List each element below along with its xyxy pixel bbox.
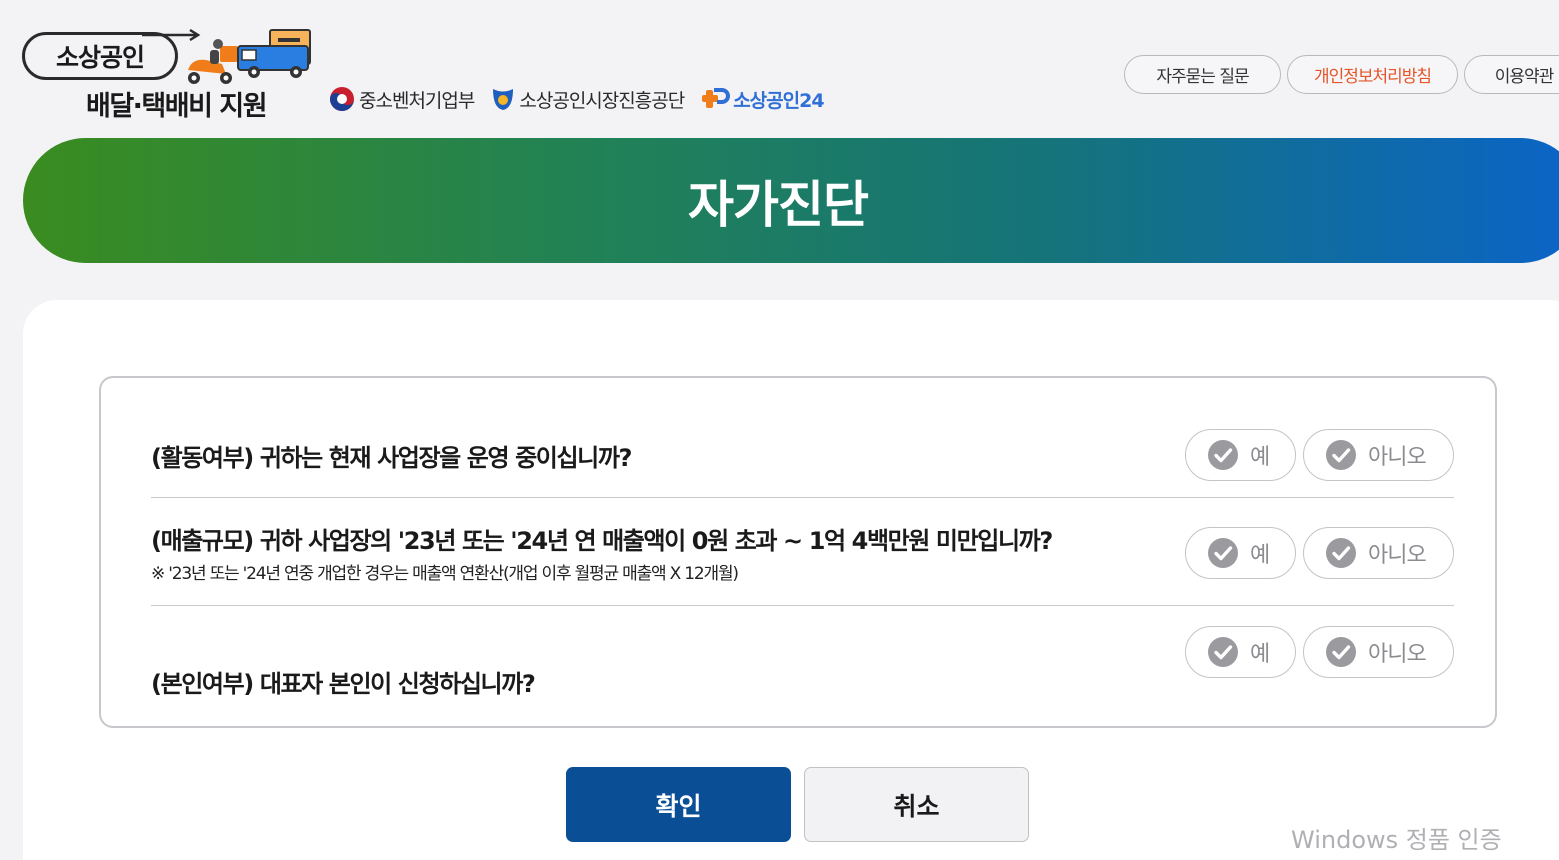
check-circle-icon	[1208, 637, 1238, 667]
terms-link[interactable]: 이용약관	[1464, 55, 1559, 94]
answer-no-label: 아니오	[1368, 445, 1427, 470]
answer-yes-button[interactable]: 예	[1185, 429, 1296, 481]
answer-yes-button[interactable]: 예	[1185, 626, 1296, 678]
question-note: ※ '23년 또는 '24년 연중 개업한 경우는 매출액 연환산(개업 이후 …	[151, 564, 739, 584]
question-row-revenue: (매출규모) 귀하 사업장의 '23년 또는 '24년 연 매출액이 0원 초과…	[151, 498, 1454, 606]
answer-yes-label: 예	[1250, 543, 1270, 568]
check-circle-icon	[1326, 538, 1356, 568]
org-logos: 중소벤처기업부 소상공인시장진흥공단 소상공인24	[328, 84, 840, 114]
answer-yes-label: 예	[1250, 445, 1270, 470]
answer-yes-label: 예	[1250, 642, 1270, 667]
self-diagnosis-card: (활동여부) 귀하는 현재 사업장을 운영 중이십니까? 예 아니오 (매출규모…	[23, 300, 1559, 860]
cancel-button[interactable]: 취소	[804, 767, 1029, 842]
privacy-policy-link[interactable]: 개인정보처리방침	[1287, 55, 1458, 94]
service-logo[interactable]: 소상공인 배달·택배비 지원	[22, 28, 312, 122]
taegeuk-icon	[330, 87, 354, 111]
check-circle-icon	[1208, 538, 1238, 568]
question-text: (활동여부) 귀하는 현재 사업장을 운영 중이십니까?	[151, 444, 632, 472]
question-text: (매출규모) 귀하 사업장의 '23년 또는 '24년 연 매출액이 0원 초과…	[151, 527, 1053, 555]
answer-yes-button[interactable]: 예	[1185, 527, 1296, 579]
top-links: 자주묻는 질문 개인정보처리방침 이용약관	[1124, 55, 1559, 94]
answer-no-label: 아니오	[1368, 543, 1427, 568]
org-mss[interactable]: 중소벤처기업부	[328, 85, 475, 113]
question-row-identity: (본인여부) 대표자 본인이 신청하십니까? 예 아니오	[151, 606, 1454, 728]
org-semas-label: 소상공인시장진흥공단	[519, 89, 685, 112]
check-circle-icon	[1208, 440, 1238, 470]
question-list: (활동여부) 귀하는 현재 사업장을 운영 중이십니까? 예 아니오 (매출규모…	[99, 376, 1497, 728]
answer-no-button[interactable]: 아니오	[1303, 527, 1454, 579]
page-banner: 자가진단	[23, 138, 1559, 263]
truck-icon	[237, 29, 311, 78]
org-semas[interactable]: 소상공인시장진흥공단	[490, 86, 685, 113]
check-circle-icon	[1326, 440, 1356, 470]
answer-no-button[interactable]: 아니오	[1303, 626, 1454, 678]
answer-no-label: 아니오	[1368, 642, 1427, 667]
logo-subtitle: 배달·택배비 지원	[86, 91, 268, 122]
logo-title: 소상공인	[22, 32, 178, 80]
question-row-activity: (활동여부) 귀하는 현재 사업장을 운영 중이십니까? 예 아니오	[151, 378, 1454, 498]
scooter-icon	[188, 39, 238, 84]
windows-activation-watermark: Windows 정품 인증	[1291, 826, 1502, 854]
faq-link[interactable]: 자주묻는 질문	[1124, 55, 1281, 94]
confirm-button[interactable]: 확인	[566, 767, 791, 842]
org-sbiz24-label: 소상공인24	[733, 89, 824, 112]
sbiz24-logo-icon	[702, 88, 731, 108]
answer-no-button[interactable]: 아니오	[1303, 429, 1454, 481]
check-circle-icon	[1326, 637, 1356, 667]
org-sbiz24[interactable]: 소상공인24	[700, 86, 825, 113]
org-mss-label: 중소벤처기업부	[359, 89, 475, 112]
page-title: 자가진단	[688, 175, 869, 234]
semas-logo-icon	[493, 89, 514, 110]
question-text: (본인여부) 대표자 본인이 신청하십니까?	[151, 670, 536, 698]
